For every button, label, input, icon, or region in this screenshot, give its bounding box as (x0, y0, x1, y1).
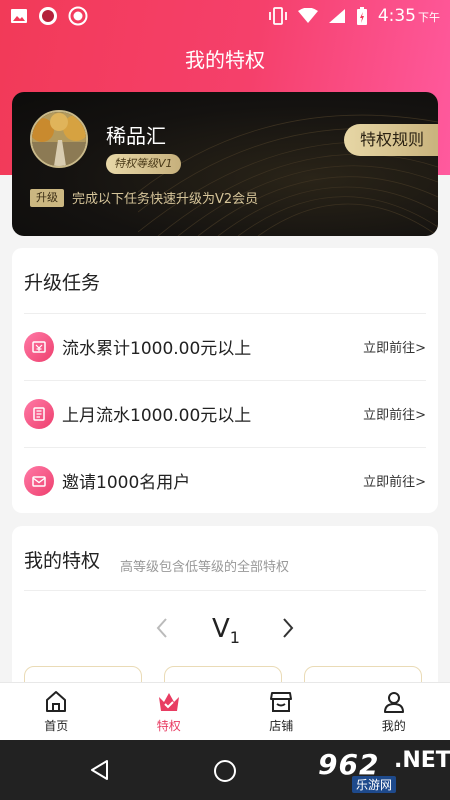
level-switcher: V1 (12, 612, 438, 648)
divider (24, 313, 426, 314)
watermark-logo: 962 .NET 乐游网 (308, 746, 450, 794)
clock-time: 4:35 (377, 6, 416, 26)
tab-label: 首页 (44, 719, 69, 733)
tab-label: 店铺 (269, 719, 294, 733)
vip-card: 稀品汇 特权等级V1 特权规则 升级 完成以下任务快速升级为V2会员 (12, 92, 438, 236)
clock-ampm: 下午 (418, 11, 440, 24)
tasks-title: 升级任务 (24, 272, 101, 294)
task-row[interactable]: 邀请1000名用户 立即前往> (12, 447, 438, 514)
home-icon (46, 691, 67, 712)
avatar[interactable] (30, 110, 88, 168)
upgrade-hint: 升级 完成以下任务快速升级为V2会员 (30, 188, 258, 207)
task-label: 邀请1000名用户 (62, 473, 191, 493)
tab-home[interactable]: 首页 (0, 683, 113, 740)
signal-icon (328, 9, 345, 23)
bottom-tab-bar: 首页 特权 店铺 我的 (0, 682, 450, 740)
crown-icon (158, 693, 179, 711)
watermark-domain: .NET (394, 748, 450, 773)
go-now-link[interactable]: 立即前往> (363, 337, 426, 356)
level-number: 1 (229, 628, 240, 648)
mail-icon (24, 465, 54, 496)
level-label: V1 (212, 614, 240, 647)
back-triangle-icon[interactable] (88, 758, 112, 782)
level-badge: 特权等级V1 (106, 154, 181, 174)
task-label: 流水累计1000.00元以上 (62, 339, 252, 359)
store-icon (270, 692, 293, 712)
status-bar: 4:35 下午 (0, 0, 450, 32)
record-icon (39, 7, 57, 25)
privilege-rules-button[interactable]: 特权规则 (343, 124, 438, 156)
wallet-icon (24, 331, 54, 362)
image-icon (11, 9, 27, 23)
upgrade-tag: 升级 (30, 188, 64, 207)
card-decoration (138, 114, 438, 236)
vibrate-icon (268, 7, 287, 25)
go-now-link[interactable]: 立即前往> (363, 404, 426, 423)
tab-privilege[interactable]: 特权 (113, 683, 226, 740)
battery-icon (356, 7, 367, 25)
chevron-left-icon[interactable] (154, 616, 170, 640)
upgrade-text: 完成以下任务快速升级为V2会员 (72, 192, 259, 207)
tab-label: 特权 (156, 719, 181, 733)
divider (24, 590, 426, 591)
tab-label: 我的 (381, 719, 406, 733)
divider (24, 380, 426, 381)
task-label: 上月流水1000.00元以上 (62, 406, 252, 426)
wifi-icon (297, 8, 318, 23)
home-circle-icon[interactable] (212, 758, 238, 784)
privileges-title: 我的特权 (24, 550, 101, 572)
level-prefix: V (212, 614, 230, 644)
tab-mine[interactable]: 我的 (338, 683, 450, 740)
user-icon (383, 692, 404, 713)
divider (24, 447, 426, 448)
task-row[interactable]: 上月流水1000.00元以上 立即前往> (12, 380, 438, 447)
target-icon (68, 6, 88, 26)
chevron-right-icon[interactable] (280, 616, 296, 640)
username: 稀品汇 (106, 124, 166, 148)
tab-store[interactable]: 店铺 (225, 683, 338, 740)
privileges-subtitle: 高等级包含低等级的全部特权 (120, 560, 290, 575)
my-privileges-card: 我的特权 高等级包含低等级的全部特权 V1 (12, 526, 438, 706)
receipt-icon (24, 398, 54, 429)
page-title: 我的特权 (185, 48, 265, 72)
go-now-link[interactable]: 立即前往> (363, 471, 426, 490)
upgrade-tasks-card: 升级任务 流水累计1000.00元以上 立即前往> 上月流水1000.00元以上… (12, 248, 438, 513)
task-row[interactable]: 流水累计1000.00元以上 立即前往> (12, 313, 438, 380)
watermark-sub: 乐游网 (352, 776, 397, 793)
